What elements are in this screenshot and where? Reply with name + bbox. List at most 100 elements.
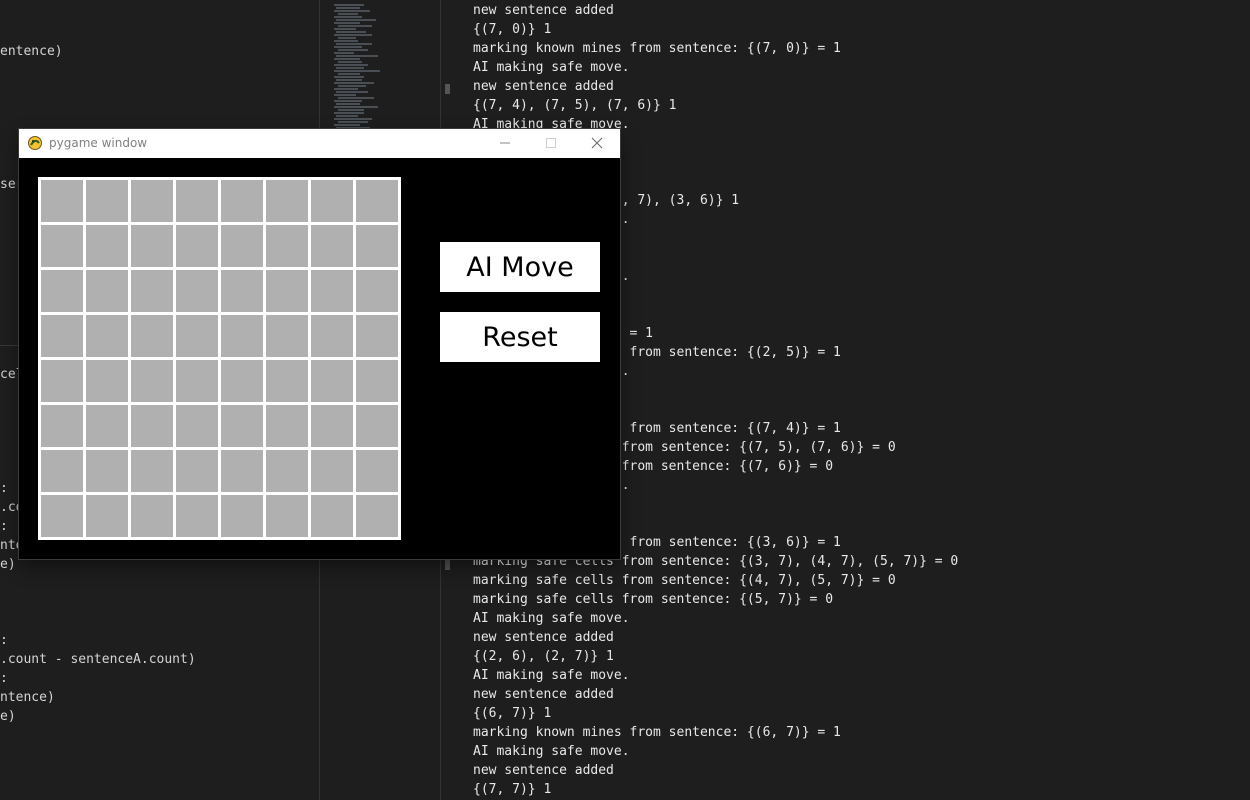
terminal-line: AI making safe move. [473, 60, 630, 75]
board-cell[interactable] [356, 180, 398, 222]
board-cell[interactable] [41, 450, 83, 492]
minimap-line [338, 49, 368, 51]
terminal-line: marking known mines from sentence: {(6, … [473, 725, 841, 740]
terminal-line: new sentence added [473, 630, 614, 645]
board-cell[interactable] [41, 225, 83, 267]
minimap-line [334, 70, 380, 72]
close-button[interactable] [574, 129, 620, 158]
board-cell[interactable] [311, 270, 353, 312]
minimap-line [334, 58, 360, 60]
board-cell[interactable] [266, 315, 308, 357]
minimap-line [338, 25, 372, 27]
board-cell[interactable] [266, 405, 308, 447]
terminal-line: AI making safe move. [473, 744, 630, 759]
board-cell[interactable] [176, 495, 218, 537]
board-cell[interactable] [86, 495, 128, 537]
minimap-line [334, 40, 358, 42]
board-cell[interactable] [41, 270, 83, 312]
code-line: : [0, 633, 8, 648]
board-cell[interactable] [176, 450, 218, 492]
board-cell[interactable] [131, 180, 173, 222]
board-cell[interactable] [221, 225, 263, 267]
board-cell[interactable] [176, 180, 218, 222]
board-cell[interactable] [41, 360, 83, 402]
minimap-line [334, 118, 372, 120]
board-cell[interactable] [356, 315, 398, 357]
board-cell[interactable] [266, 225, 308, 267]
board-cell[interactable] [221, 270, 263, 312]
board-cell[interactable] [356, 450, 398, 492]
board-cell[interactable] [311, 180, 353, 222]
board-cell[interactable] [86, 450, 128, 492]
board-cell[interactable] [131, 495, 173, 537]
code-line: ntence) [0, 690, 55, 705]
scroll-thumb[interactable] [445, 84, 450, 94]
board-cell[interactable] [41, 315, 83, 357]
minimap-line [334, 88, 358, 90]
board-cell[interactable] [86, 360, 128, 402]
window-titlebar[interactable]: pygame window [19, 129, 620, 158]
board-cell[interactable] [221, 315, 263, 357]
board-cell[interactable] [41, 405, 83, 447]
maximize-button[interactable] [528, 129, 574, 158]
minimap-line [336, 55, 378, 57]
board-cell[interactable] [221, 450, 263, 492]
board-cell[interactable] [356, 225, 398, 267]
minimap-line [336, 115, 358, 117]
terminal-line: marking known mines from sentence: {(7, … [473, 41, 841, 56]
board-cell[interactable] [311, 225, 353, 267]
minimap-line [334, 22, 360, 24]
minimap-line [338, 121, 368, 123]
minimize-button[interactable] [482, 129, 528, 158]
board-cell[interactable] [131, 225, 173, 267]
code-line: entence) [0, 44, 63, 59]
board-cell[interactable] [221, 360, 263, 402]
board-cell[interactable] [311, 315, 353, 357]
board-cell[interactable] [266, 450, 308, 492]
board-cell[interactable] [311, 360, 353, 402]
board-cell[interactable] [176, 405, 218, 447]
board-cell[interactable] [86, 315, 128, 357]
board-cell[interactable] [41, 495, 83, 537]
minesweeper-board[interactable] [38, 177, 401, 540]
board-cell[interactable] [266, 360, 308, 402]
board-cell[interactable] [356, 270, 398, 312]
board-cell[interactable] [131, 450, 173, 492]
board-cell[interactable] [131, 315, 173, 357]
terminal-line: AI making safe move. [473, 668, 630, 683]
reset-button[interactable]: Reset [440, 312, 600, 362]
board-cell[interactable] [221, 495, 263, 537]
board-cell[interactable] [131, 360, 173, 402]
board-cell[interactable] [86, 405, 128, 447]
board-cell[interactable] [176, 360, 218, 402]
board-cell[interactable] [311, 450, 353, 492]
board-cell[interactable] [356, 405, 398, 447]
terminal-line: marking safe cells from sentence: {(4, 7… [473, 573, 896, 588]
board-cell[interactable] [131, 405, 173, 447]
board-cell[interactable] [176, 315, 218, 357]
ai-move-button[interactable]: AI Move [440, 242, 600, 292]
board-cell[interactable] [266, 495, 308, 537]
board-cell[interactable] [41, 180, 83, 222]
board-cell[interactable] [86, 270, 128, 312]
pygame-window[interactable]: pygame window AI Move Reset [19, 129, 620, 559]
board-cell[interactable] [311, 405, 353, 447]
board-cell[interactable] [131, 270, 173, 312]
board-cell[interactable] [86, 225, 128, 267]
board-cell[interactable] [176, 270, 218, 312]
board-cell[interactable] [221, 180, 263, 222]
board-cell[interactable] [356, 360, 398, 402]
code-line: : [0, 481, 8, 496]
minimize-icon [499, 134, 511, 153]
board-cell[interactable] [266, 180, 308, 222]
scroll-thumb[interactable] [445, 558, 450, 570]
board-cell[interactable] [311, 495, 353, 537]
minimap-line [336, 31, 366, 33]
board-cell[interactable] [221, 405, 263, 447]
pygame-snake-icon [27, 135, 43, 151]
board-cell[interactable] [266, 270, 308, 312]
board-cell[interactable] [86, 180, 128, 222]
code-line: : [0, 671, 8, 686]
board-cell[interactable] [356, 495, 398, 537]
board-cell[interactable] [176, 225, 218, 267]
